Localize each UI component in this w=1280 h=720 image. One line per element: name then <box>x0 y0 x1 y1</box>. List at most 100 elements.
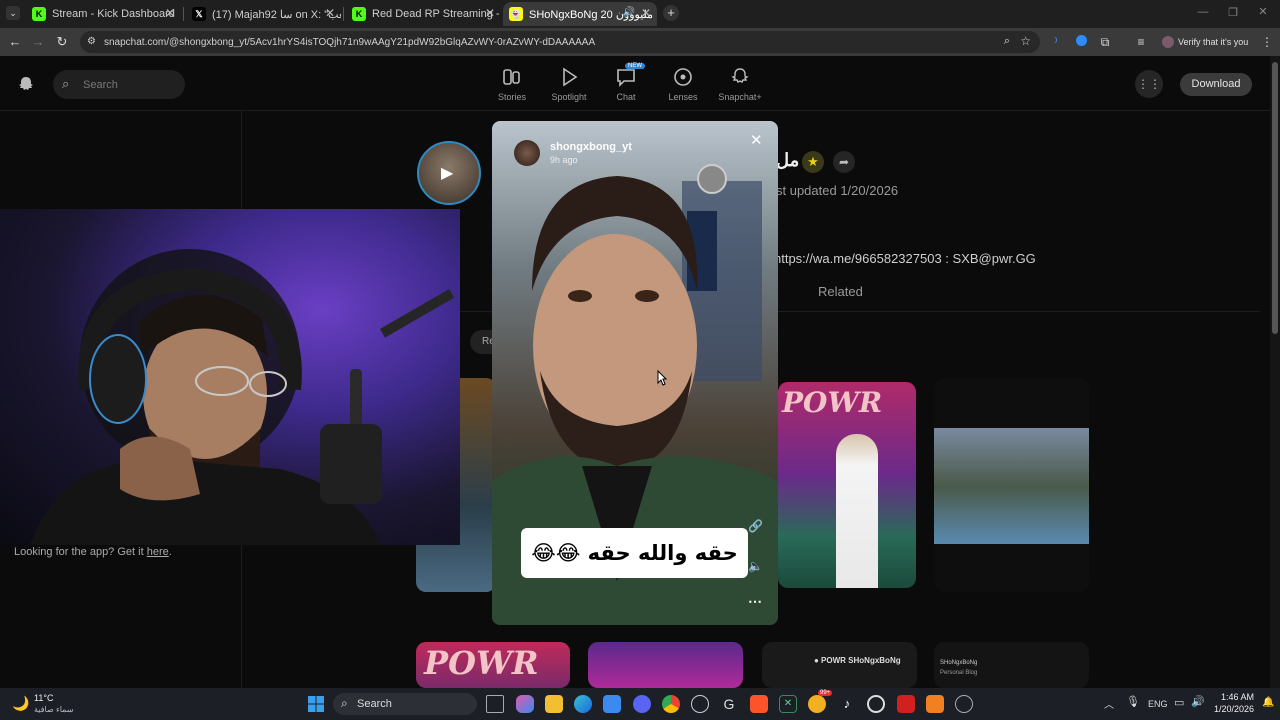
tab-snapchat[interactable]: 👻 SHoNgxBoNg 20 مليووون 🔊 ✕ <box>503 2 657 26</box>
start-windows-icon[interactable] <box>307 695 325 713</box>
story-tile-group[interactable] <box>934 378 1089 592</box>
copilot-icon[interactable] <box>516 695 534 713</box>
nav-label: Chat <box>616 92 636 102</box>
story-username[interactable]: shongxbong_yt <box>550 141 632 153</box>
obs-icon[interactable] <box>867 695 885 713</box>
weather-desc: سماء صافية <box>34 705 74 714</box>
story-tile-profile-2[interactable]: SHoNgxBoNg Personal Blog <box>934 642 1089 688</box>
maximize-button[interactable]: ❐ <box>1226 6 1240 20</box>
streamer-video <box>30 249 455 545</box>
close-icon[interactable]: ✕ <box>750 131 763 149</box>
app-prompt-text: Looking for the app? Get it <box>14 546 144 558</box>
speaker-icon[interactable]: 🔊 <box>623 7 635 18</box>
verify-label: Verify that it's you <box>1178 37 1249 47</box>
story-tile-powr-2[interactable]: POWR <box>416 642 570 688</box>
snapchat-header: ⌕ Search Stories Spotlight NEW Chat Lens… <box>0 56 1270 111</box>
clock-time: 1:46 AM <box>1220 692 1254 702</box>
search-input[interactable]: ⌕ Search <box>53 70 185 99</box>
chrome-icon[interactable] <box>662 695 680 713</box>
more-options-icon[interactable]: ⋯ <box>748 593 762 610</box>
taskbar-search[interactable]: ⌕ Search <box>333 693 477 715</box>
tiktok-icon[interactable]: ♪ <box>838 695 856 713</box>
notifications-icon[interactable]: 🔔 <box>1262 697 1274 708</box>
browser-toolbar: ← → ↻ ⚙ snapchat.com/@shongxbong_yt/5Acv… <box>0 28 1280 56</box>
tab-x-post[interactable]: 𝕏 (17) Majah92 ﺳﺎ on X: "؟؟ الشعب ✕ <box>186 2 341 26</box>
scrollbar-thumb[interactable] <box>1272 62 1278 334</box>
close-tab-icon[interactable]: ✕ <box>485 6 495 20</box>
reload-button[interactable]: ↻ <box>54 34 70 50</box>
story-tile-stream[interactable] <box>588 642 743 688</box>
search-placeholder: Search <box>83 78 118 91</box>
snapchat-logo-icon[interactable] <box>17 75 35 93</box>
lenses-icon <box>674 68 692 86</box>
file-explorer-icon[interactable] <box>545 695 563 713</box>
discord-icon[interactable] <box>633 695 651 713</box>
browser-tab-strip: ⌄ K Stream - Kick Dashboard ✕ 𝕏 (17) Maj… <box>0 0 1280 28</box>
back-button[interactable]: ← <box>7 34 23 50</box>
download-button[interactable]: Download <box>1180 73 1252 96</box>
edge-icon[interactable] <box>574 695 592 713</box>
windows-taskbar: 🌙 11°C سماء صافية ⌕ Search G ✕ 99+ ♪ ︿ 🎙… <box>0 688 1280 720</box>
browser-menu-icon[interactable]: ⋮ <box>1259 34 1275 50</box>
language-indicator[interactable]: ENG <box>1148 699 1168 709</box>
task-view-icon[interactable] <box>486 695 504 713</box>
address-bar[interactable]: ⚙ snapchat.com/@shongxbong_yt/5Acv1hrYS4… <box>80 31 1040 53</box>
stories-icon <box>503 69 520 85</box>
nav-snapchat-plus[interactable]: Snapchat+ <box>705 66 775 102</box>
notification-badge: 99+ <box>818 690 833 696</box>
extension-blue-icon[interactable] <box>1073 34 1089 50</box>
store-icon[interactable] <box>603 695 621 713</box>
nav-label: Lenses <box>668 92 698 102</box>
microphone-icon[interactable]: 🎙 <box>1126 695 1140 708</box>
tab-red-dead-stream[interactable]: K Red Dead RP Streaming - Live ✕ <box>346 2 501 26</box>
new-tab-button[interactable]: + <box>663 5 679 21</box>
steam-icon[interactable] <box>691 695 709 713</box>
volume-icon[interactable]: 🔊 <box>1191 695 1205 708</box>
kick-studio-icon[interactable]: G <box>720 695 738 713</box>
discord-notify-icon[interactable]: 99+ <box>808 690 833 713</box>
close-tab-icon[interactable]: ✕ <box>325 6 335 20</box>
tab-title: (17) Majah92 ﺳﺎ on X: "؟؟ الشعب <box>212 8 341 21</box>
close-tab-icon[interactable]: ✕ <box>641 6 651 20</box>
powr-logo-text: POWR <box>424 644 539 682</box>
taskbar-search-label: Search <box>357 698 392 710</box>
bookmark-star-icon[interactable]: ☆ <box>1020 34 1031 48</box>
zoom-icon[interactable]: ⌕ <box>1004 35 1010 48</box>
minimize-button[interactable]: — <box>1196 6 1210 20</box>
tab-related[interactable]: Related <box>818 284 863 299</box>
story-tile-powr[interactable]: POWR <box>778 382 916 588</box>
tab-kick-dashboard[interactable]: K Stream - Kick Dashboard ✕ <box>26 2 181 26</box>
search-icon: ⌕ <box>341 696 348 710</box>
story-tile-profile[interactable]: ● POWR SHoNgxBoNg <box>762 642 917 688</box>
mute-icon[interactable]: 🔈 <box>748 559 763 573</box>
extension-icon[interactable]: ⁾ <box>1048 34 1064 50</box>
powr-logo-text: POWR <box>782 386 883 419</box>
link-icon[interactable]: 🔗 <box>748 519 763 533</box>
kick-icon: K <box>32 7 46 21</box>
apps-grid-icon[interactable]: ⋮⋮ <box>1135 70 1163 98</box>
app-dark-icon[interactable] <box>955 695 973 713</box>
excel-icon[interactable]: ✕ <box>779 695 797 713</box>
app-prompt-link[interactable]: here <box>147 546 169 558</box>
clock[interactable]: 1:46 AM 1/20/2026 <box>1212 692 1254 714</box>
share-icon[interactable]: ➦ <box>833 151 855 173</box>
forward-button[interactable]: → <box>30 34 46 50</box>
bio-link[interactable]: https://wa.me/966582327503 : SXB@pwr.GG <box>774 251 1036 266</box>
app-red-icon[interactable] <box>897 695 915 713</box>
site-info-icon[interactable]: ⚙ <box>87 36 96 47</box>
network-icon[interactable]: ▭ <box>1174 696 1184 709</box>
weather-widget[interactable]: 🌙 11°C سماء صافية <box>12 692 92 716</box>
tab-title: Red Dead RP Streaming - Live <box>372 8 501 20</box>
app-orange-icon[interactable] <box>926 695 944 713</box>
tab-search-menu-icon[interactable]: ⌄ <box>6 6 20 20</box>
extensions-puzzle-icon[interactable]: ⧉ <box>1097 34 1113 50</box>
show-hidden-icons[interactable]: ︿ <box>1104 696 1114 711</box>
story-author-avatar[interactable] <box>514 140 540 166</box>
profile-avatar[interactable]: ▶ <box>417 141 481 205</box>
brave-icon[interactable] <box>750 695 768 713</box>
close-window-button[interactable]: ✕ <box>1256 5 1270 19</box>
close-tab-icon[interactable]: ✕ <box>165 6 175 20</box>
reading-list-icon[interactable]: ≡ <box>1133 34 1149 50</box>
profile-verify-button[interactable]: Verify that it's you <box>1158 32 1252 52</box>
url-text: snapchat.com/@shongxbong_yt/5Acv1hrYS4is… <box>104 36 596 48</box>
